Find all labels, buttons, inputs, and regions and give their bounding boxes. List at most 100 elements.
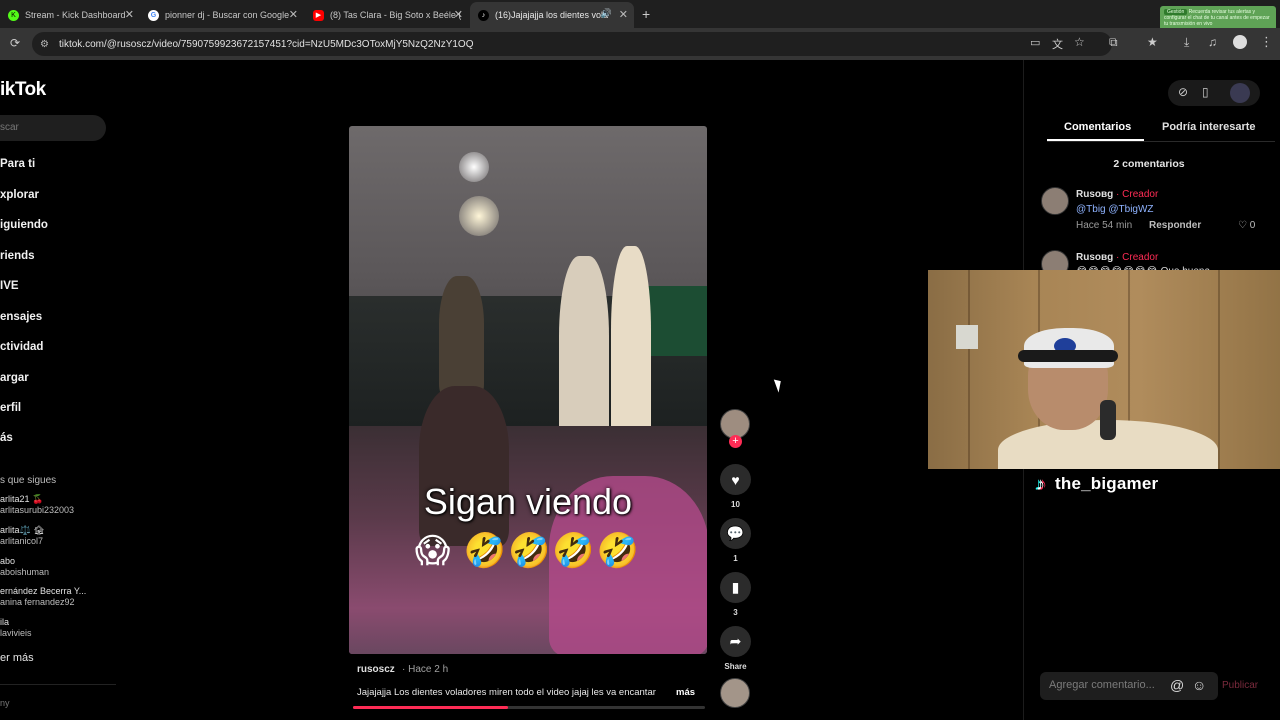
heart-icon: ♥ — [731, 471, 740, 488]
comment-like-count: 0 — [1249, 220, 1256, 231]
publish-button[interactable]: Publicar — [1222, 680, 1258, 691]
nav-explorar[interactable]: xplorar — [0, 189, 39, 201]
site-info-icon[interactable]: ⚙ — [40, 39, 49, 50]
extensions-icon[interactable]: ⧉ — [1109, 35, 1118, 50]
browser-tab-youtube[interactable]: ▶ (8) Tas Clara - Big Soto x Beéle ( ✕ — [305, 2, 469, 28]
video-overlay-caption: Sigan viendo — [423, 481, 633, 522]
followed-account[interactable]: ernández Becerra Y... anina fernandez92 — [0, 586, 86, 608]
save-button[interactable]: ▮ — [720, 572, 751, 603]
comments-total: 2 comentarios — [1113, 158, 1185, 170]
browser-tab-google[interactable]: G pionner dj - Buscar con Google ✕ — [140, 2, 304, 28]
speaker-icon[interactable]: 🔊 — [601, 8, 612, 19]
translate-icon[interactable]: 文 — [1052, 36, 1063, 52]
tiktok-icon: ♪ — [478, 9, 489, 21]
comment-like[interactable]: ♡ 0 — [1238, 220, 1255, 231]
divider — [1047, 141, 1275, 142]
share-label: Share — [724, 662, 747, 671]
wood-plank — [968, 270, 970, 469]
tab-title: (16)Jajajajja los dientes vola — [495, 10, 609, 20]
followed-account[interactable]: arlita⚖️ 🏚 arlitanicol7 — [0, 525, 45, 547]
account-username: arlitasurubi232003 — [0, 505, 75, 515]
browser-tab-kick[interactable]: K Stream - Kick Dashboard ✕ — [0, 2, 140, 28]
close-tab-icon[interactable]: ✕ — [125, 8, 134, 21]
headset — [1018, 350, 1118, 362]
bookmarks-icon[interactable]: ★ — [1147, 35, 1158, 49]
divider — [0, 684, 116, 685]
account-name: arlita⚖️ 🏚 — [0, 525, 45, 535]
browser-toolbar: ⟳ ⚙ tiktok.com/@ruso­scz/video/759075992… — [0, 28, 1280, 60]
stage-light — [459, 152, 489, 182]
streamer-tag: ♪ the_bigamer — [1036, 470, 1158, 498]
tiktok-logo[interactable]: ikTok — [0, 79, 46, 101]
streamer-name: the_bigamer — [1055, 474, 1159, 493]
see-more-link[interactable]: er más — [0, 652, 34, 664]
tab-might-interest[interactable]: Podría interesarte — [1162, 121, 1256, 133]
tab-comments[interactable]: Comentarios — [1064, 121, 1131, 133]
dancer — [611, 246, 651, 456]
like-button[interactable]: ♥ — [720, 464, 751, 495]
video-player[interactable]: Sigan viendo 😱 🤣🤣🤣🤣 — [349, 126, 707, 654]
followed-account[interactable]: abo aboishuman — [0, 556, 49, 578]
wood-plank — [1218, 270, 1220, 469]
nav-actividad[interactable]: ctividad — [0, 341, 43, 353]
kick-icon: K — [8, 9, 19, 21]
followed-account[interactable]: arlita21 🍒 arlitasurubi232003 — [0, 494, 74, 516]
commenter-name[interactable]: Rusoвg · Creador — [1076, 189, 1158, 200]
google-icon: G — [148, 9, 159, 21]
address-bar[interactable]: ⚙ tiktok.com/@ruso­scz/video/75907599236… — [32, 32, 1112, 56]
close-tab-icon[interactable]: ✕ — [454, 8, 463, 21]
nav-siguiendo[interactable]: iguiendo — [0, 219, 48, 231]
phone-icon[interactable]: ▯ — [1202, 85, 1209, 99]
account-username: lavivieis — [0, 628, 32, 638]
emoji-icon[interactable]: ☺ — [1192, 677, 1206, 693]
followed-account[interactable]: ila lavivieis — [0, 617, 32, 639]
performer — [439, 276, 484, 396]
video-overlay-emojis: 😱 🤣🤣🤣🤣 — [414, 532, 642, 570]
media-icon[interactable]: ♫ — [1208, 35, 1217, 49]
account-username: arlitanicol7 — [0, 536, 44, 546]
compass-icon[interactable]: ⊘ — [1178, 85, 1188, 99]
commenter-avatar[interactable] — [1041, 187, 1069, 215]
tab-title: Stream - Kick Dashboard — [25, 10, 126, 20]
next-video-avatar[interactable] — [720, 678, 750, 708]
comment-count: 1 — [733, 554, 738, 563]
youtube-icon: ▶ — [313, 9, 324, 21]
nav-mensajes[interactable]: ensajes — [0, 311, 42, 323]
nav-para-ti[interactable]: Para ti — [0, 158, 35, 170]
nav-mas[interactable]: ás — [0, 432, 13, 444]
comment-icon: 💬 — [726, 525, 745, 541]
tiktok-icon: ♪ — [1036, 473, 1045, 494]
mention-icon[interactable]: @ — [1170, 677, 1184, 693]
profile-avatar[interactable] — [1233, 35, 1247, 49]
follow-button[interactable]: + — [729, 435, 742, 448]
video-time-text: Hace 2 h — [408, 664, 449, 675]
sidebar-footer: ny — [0, 698, 10, 708]
reply-button[interactable]: Responder — [1149, 220, 1201, 231]
browser-menu-icon[interactable]: ⋮ — [1260, 34, 1273, 50]
commenter-name[interactable]: Rusoвg · Creador — [1076, 252, 1158, 263]
video-author[interactable]: rusoscz — [357, 664, 395, 675]
comment-time: Hace 54 min — [1076, 220, 1133, 231]
reload-icon[interactable]: ⟳ — [10, 36, 20, 50]
video-description: Jajajajja Los dientes voladores miren to… — [357, 687, 656, 698]
more-link[interactable]: más — [676, 687, 695, 698]
download-icon[interactable]: ⤓ — [1184, 35, 1189, 50]
new-tab-button[interactable]: + — [642, 6, 650, 22]
search-input[interactable]: scar — [0, 115, 106, 141]
comment-button[interactable]: 💬 — [720, 518, 751, 549]
close-tab-icon[interactable]: ✕ — [619, 8, 628, 21]
share-button[interactable]: ➦ — [720, 626, 751, 657]
browser-tab-tiktok[interactable]: ♪ (16)Jajajajja los dientes vola 🔊 ✕ — [470, 2, 634, 28]
user-avatar[interactable] — [1230, 83, 1250, 103]
nav-cargar[interactable]: argar — [0, 372, 29, 384]
nav-perfil[interactable]: erfil — [0, 402, 21, 414]
cast-icon[interactable]: ▭ — [1030, 36, 1040, 49]
account-name: arlita21 🍒 — [0, 494, 44, 504]
nav-live[interactable]: IVE — [0, 280, 19, 292]
bookmark-star-icon[interactable]: ☆ — [1074, 35, 1085, 49]
video-progress-fill — [353, 706, 508, 709]
url-text: tiktok.com/@ruso­scz/video/7590759923672… — [58, 38, 474, 50]
close-tab-icon[interactable]: ✕ — [289, 8, 298, 21]
following-accounts-title: s que sigues — [0, 475, 57, 486]
nav-friends[interactable]: riends — [0, 250, 35, 262]
